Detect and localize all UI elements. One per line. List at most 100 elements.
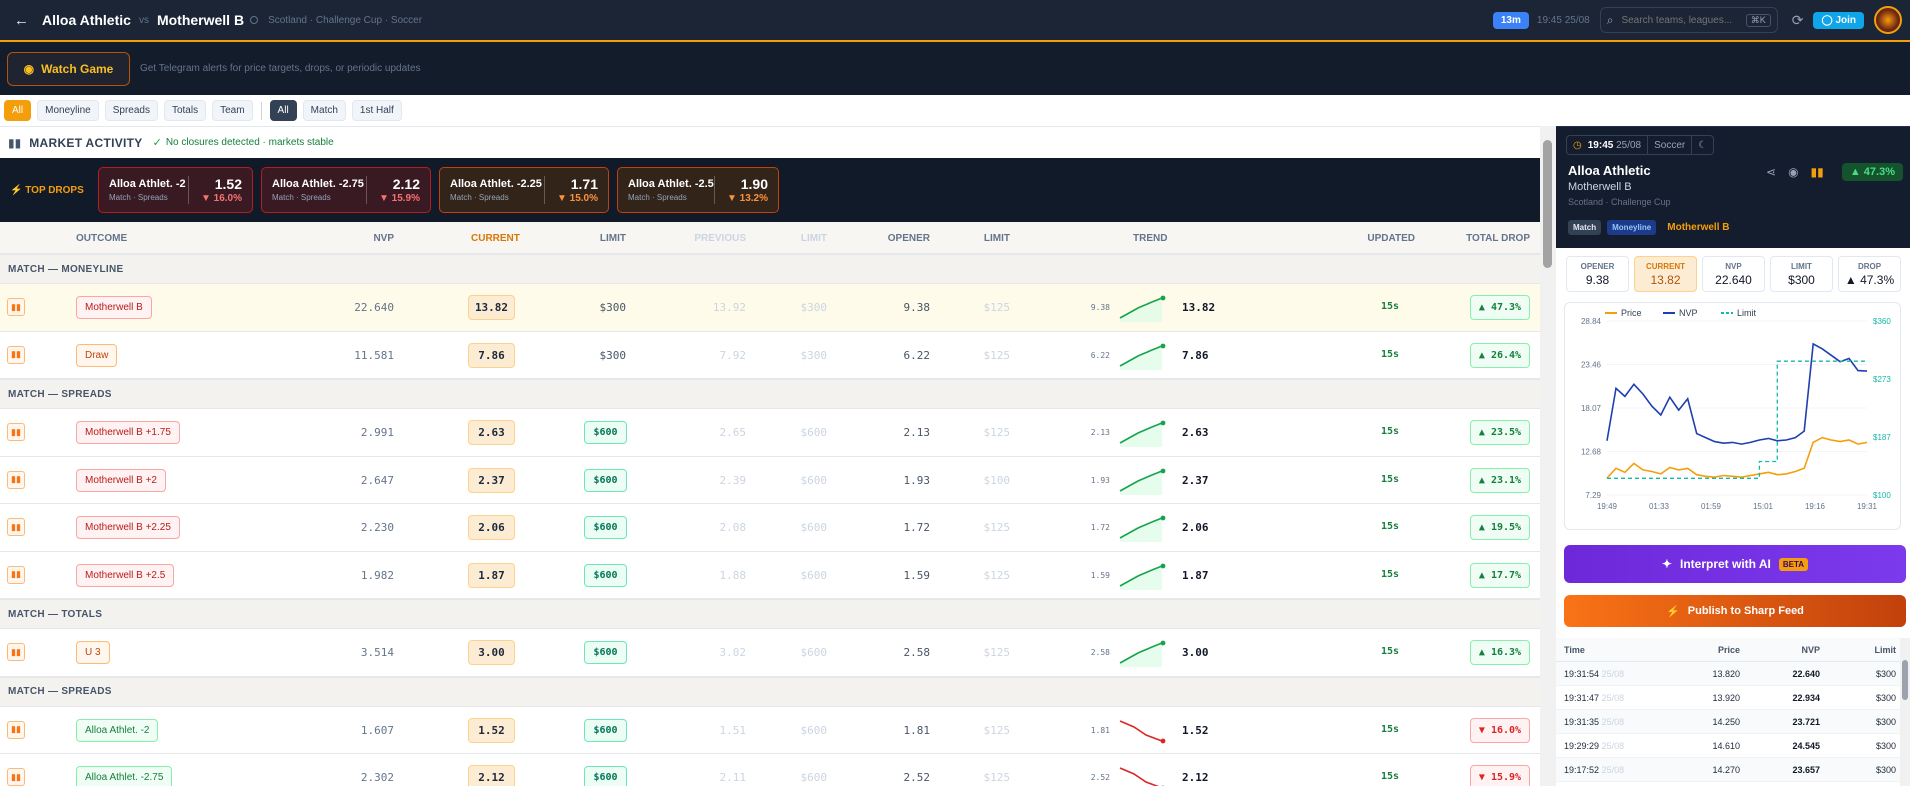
filter-match[interactable]: Match — [302, 100, 346, 121]
panel-date: 25/08 — [1616, 139, 1642, 151]
filter-1st-half[interactable]: 1st Half — [351, 100, 402, 121]
table-row[interactable]: ▮▮ Alloa Athlet. -2 1.607 1.52 $600 1.51… — [0, 706, 1540, 754]
outcome-pill[interactable]: Motherwell B +2.25 — [76, 516, 180, 539]
open-chart-icon[interactable]: ▮▮ — [7, 470, 25, 489]
updated-ago: 15s — [1380, 723, 1399, 735]
updated-ago: 15s — [1380, 568, 1399, 580]
current-price[interactable]: 13.82 — [468, 295, 515, 320]
outcome-pill[interactable]: Draw — [76, 343, 118, 367]
publish-sharp-feed-button[interactable]: ⚡ Publish to Sharp Feed — [1564, 595, 1906, 627]
open-chart-icon[interactable]: ▮▮ — [7, 518, 25, 536]
trend-sparkline — [1119, 767, 1165, 786]
current-price[interactable]: 1.87 — [468, 562, 515, 588]
top-drop-card[interactable]: Alloa Athlet. -2.75 Match · Spreads 2.12 ▼ … — [261, 167, 431, 213]
trend-start: 2.58 — [1090, 648, 1110, 657]
table-row[interactable]: ▮▮ Motherwell B +1.75 2.991 2.63 $600 2.… — [0, 409, 1540, 457]
outcome-pill[interactable]: Motherwell B +2.5 — [76, 563, 175, 587]
outcome-pill[interactable]: Alloa Athlet. -2.75 — [76, 766, 173, 786]
refresh-icon[interactable]: ⟳ — [1792, 12, 1804, 29]
watch-game-button[interactable]: ◉ Watch Game — [7, 51, 130, 86]
outcome-pill[interactable]: Alloa Athlet. -2 — [76, 718, 159, 742]
stat-value: 22.640 — [1715, 273, 1752, 287]
scrollbar-thumb[interactable] — [1902, 660, 1908, 700]
opener-limit: $125 — [983, 301, 1011, 314]
main-scrollbar[interactable] — [1540, 126, 1556, 786]
join-button[interactable]: ◯ Join — [1813, 11, 1864, 29]
col-trend: TREND — [1133, 233, 1168, 244]
search-input[interactable] — [1621, 14, 1734, 26]
search-box[interactable]: ⌕ ⌘K — [1599, 7, 1778, 33]
history-price: 13.920 — [1712, 693, 1740, 703]
stat-label: DROP — [1857, 262, 1882, 271]
table-row[interactable]: ▮▮ U 3 3.514 3.00 $600 3.02 $600 2.58 $1… — [0, 629, 1540, 677]
drop-card-pct: ▼ 13.2% — [726, 193, 768, 204]
col-total-drop: TOTAL DROP — [1466, 233, 1530, 244]
history-nvp: 22.934 — [1792, 693, 1820, 703]
back-arrow-icon[interactable]: ← — [14, 12, 34, 29]
limit-value: $300 — [599, 348, 627, 362]
updated-ago: 15s — [1380, 348, 1399, 360]
filter-all-markets[interactable]: All — [4, 100, 32, 121]
history-time: 19:31:47 25/08 — [1564, 693, 1624, 703]
bar-chart-icon[interactable]: ▮▮ — [1811, 165, 1824, 179]
open-chart-icon[interactable]: ▮▮ — [7, 768, 25, 786]
filter-totals[interactable]: Totals — [163, 100, 207, 121]
previous-limit: $600 — [800, 426, 828, 439]
bar-chart-icon: ▮▮ — [8, 135, 22, 150]
current-price[interactable]: 7.86 — [468, 342, 515, 368]
drop-card-pct: ▼ 16.0% — [200, 193, 242, 204]
outcome-pill[interactable]: Motherwell B +1.75 — [76, 421, 180, 444]
panel-tags: Match Moneyline Motherwell B — [1568, 219, 1734, 236]
table-row[interactable]: ▮▮ Motherwell B +2.25 2.230 2.06 $600 2.… — [0, 504, 1540, 552]
outcome-pill[interactable]: Motherwell B — [76, 296, 152, 319]
odds-table: OUTCOME NVP CURRENT LIMIT PREVIOUS LIMIT… — [0, 222, 1540, 786]
filter-all-periods[interactable]: All — [269, 100, 297, 121]
nvp-value: 2.302 — [360, 771, 394, 784]
current-price[interactable]: 3.00 — [468, 640, 515, 665]
table-row[interactable]: ▮▮ Motherwell B 22.640 13.82 $300 13.92 … — [0, 284, 1540, 332]
outcome-pill[interactable]: Motherwell B +2 — [76, 468, 166, 492]
eye-icon[interactable]: ◉ — [1788, 165, 1798, 179]
history-header: Time Price NVP Limit — [1556, 638, 1910, 662]
open-chart-icon[interactable]: ▮▮ — [7, 643, 25, 661]
trend-start: 1.72 — [1090, 523, 1110, 532]
price-chart[interactable]: Price NVP Limit 28.84 23.46 18.07 12.68 7.29 $36… — [1565, 303, 1900, 529]
table-row[interactable]: ▮▮ Motherwell B +2 2.647 2.37 $600 2.39 … — [0, 456, 1540, 504]
current-price[interactable]: 2.63 — [468, 420, 515, 445]
scrollbar-thumb[interactable] — [1543, 140, 1552, 268]
open-chart-icon[interactable]: ▮▮ — [7, 298, 25, 316]
drop-card-name: Alloa Athlet. -2.5 — [628, 178, 714, 190]
history-scrollbar[interactable] — [1900, 638, 1910, 786]
filter-spreads[interactable]: Spreads — [104, 100, 158, 121]
info-icon[interactable] — [250, 16, 259, 24]
top-drop-card[interactable]: Alloa Athlet. -2.5 Match · Spreads 1.90 ▼ 1… — [617, 167, 779, 213]
current-price[interactable]: 2.37 — [468, 467, 515, 493]
y-tick-label: 23.46 — [1581, 361, 1602, 370]
filter-moneyline[interactable]: Moneyline — [37, 100, 99, 121]
table-row[interactable]: ▮▮ Draw 11.581 7.86 $300 7.92 $300 6.22 … — [0, 331, 1540, 379]
open-chart-icon[interactable]: ▮▮ — [7, 423, 25, 441]
current-price[interactable]: 2.06 — [468, 515, 515, 540]
table-row[interactable]: ▮▮ Motherwell B +2.5 1.982 1.87 $600 1.8… — [0, 551, 1540, 599]
price-history-table: Time Price NVP Limit 19:31:54 25/08 13.8… — [1556, 638, 1910, 782]
drop-card-values: 2.12 ▼ 15.9% — [365, 176, 420, 204]
open-chart-icon[interactable]: ▮▮ — [7, 345, 25, 364]
top-drop-card[interactable]: Alloa Athlet. -2.25 Match · Spreads 1.71 ▼ … — [439, 167, 609, 213]
previous-limit: $600 — [800, 723, 828, 737]
moon-icon[interactable]: ☾ — [1692, 140, 1713, 151]
table-row[interactable]: ▮▮ Alloa Athlet. -2.75 2.302 2.12 $600 2… — [0, 754, 1540, 786]
history-nvp: 23.657 — [1792, 765, 1820, 775]
trend-end: 1.87 — [1182, 568, 1209, 582]
opener-limit: $125 — [983, 348, 1011, 362]
current-price[interactable]: 2.12 — [468, 765, 515, 786]
current-price[interactable]: 1.52 — [468, 717, 515, 743]
panel-team2: Motherwell B — [1568, 181, 1632, 193]
interpret-ai-button[interactable]: ✦ Interpret with AI BETA — [1564, 545, 1906, 583]
open-chart-icon[interactable]: ▮▮ — [7, 565, 25, 584]
open-chart-icon[interactable]: ▮▮ — [7, 720, 25, 739]
top-drop-card[interactable]: Alloa Athlet. -2 Match · Spreads 1.52 ▼ 16.… — [98, 167, 253, 213]
share-icon[interactable]: ⋖ — [1766, 165, 1776, 179]
avatar[interactable] — [1874, 6, 1902, 34]
outcome-pill[interactable]: U 3 — [76, 641, 110, 664]
filter-team[interactable]: Team — [212, 100, 253, 121]
